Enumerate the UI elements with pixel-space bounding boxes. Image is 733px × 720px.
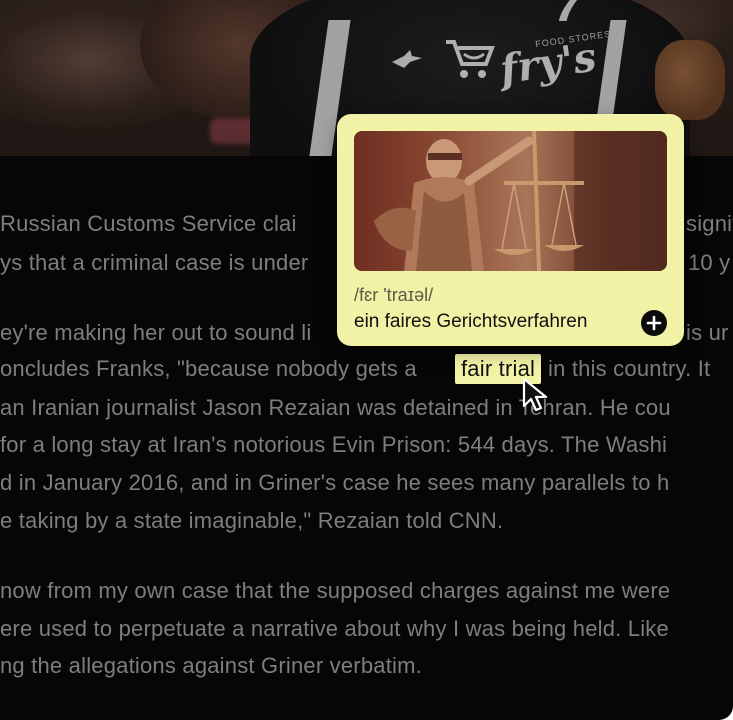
article-line: Russian Customs Service clai — [0, 211, 297, 236]
article-line: now from my own case that the supposed c… — [0, 578, 671, 603]
article-line: an Iranian journalist Jason Rezaian was … — [0, 395, 671, 420]
phonetic-transcription: /fɛr 'traɪəl/ — [354, 285, 434, 305]
app-frame: 7 FOOD STORES fry's Russian Customs Serv… — [0, 0, 733, 720]
justice-statue-graphic — [354, 131, 667, 271]
article-line-tail: is ur — [686, 320, 729, 345]
article-line-tail: 10 y — [688, 250, 731, 275]
article-line: ng the allegations against Griner verbat… — [0, 653, 422, 678]
article-line-tail: signif — [686, 211, 733, 236]
article-line: oncludes Franks, "because nobody gets a — [0, 356, 417, 381]
plus-icon — [646, 315, 662, 331]
article-line: ey're making her out to sound li — [0, 320, 312, 345]
article-line: for a long stay at Iran's notorious Evin… — [0, 432, 668, 457]
mouse-pointer-icon — [522, 377, 548, 412]
translation-popup: /fɛr 'traɪəl/ ein faires Gerichtsverfahr… — [337, 114, 684, 346]
article-body: Russian Customs Service clai signif ys t… — [0, 0, 733, 720]
article-line-tail: in this country. It — [548, 356, 711, 381]
article-line: ere used to perpetuate a narrative about… — [0, 616, 669, 641]
lady-justice-image — [354, 131, 667, 271]
article-line: e taking by a state imaginable," Rezaian… — [0, 508, 504, 533]
article-line: ys that a criminal case is under — [0, 250, 309, 275]
article-line: d in January 2016, and in Griner's case … — [0, 470, 670, 495]
translation-text: ein faires Gerichtsverfahren — [354, 311, 588, 332]
add-word-button[interactable] — [641, 310, 667, 336]
